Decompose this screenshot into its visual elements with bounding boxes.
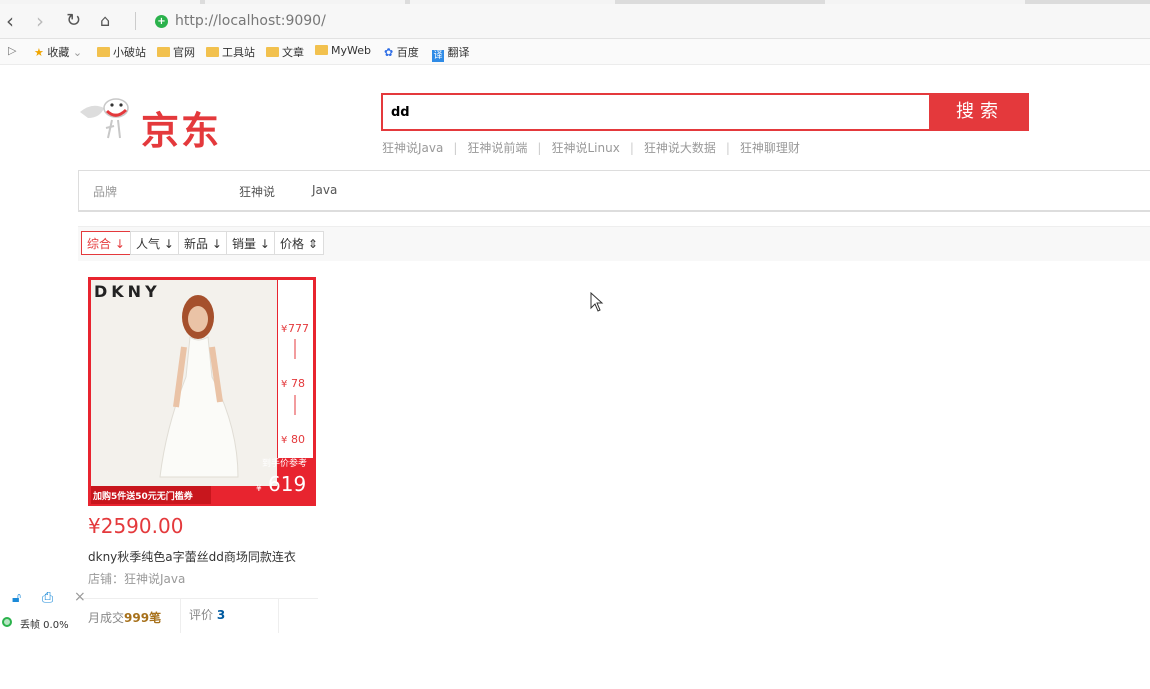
arrow-down-icon: ↓ — [259, 237, 270, 251]
frame-drop-label: 丢帧 0.0% — [20, 620, 69, 631]
bookmark-favorites[interactable]: ★ 收藏 ⌄ — [34, 44, 82, 60]
forward-icon[interactable]: › — [36, 10, 44, 32]
bookmark-baidu[interactable]: ✿ 百度 — [384, 44, 419, 60]
product-title-link[interactable]: dkny秋季纯色a字蕾丝dd商场同款连衣 — [88, 548, 296, 565]
product-shop: 店铺：狂神说Java — [88, 572, 186, 586]
brand-filter-row: 品牌 狂神说 Java — [78, 170, 1150, 212]
folder-icon — [157, 47, 170, 57]
banner-brand-text: DKNY — [94, 282, 161, 301]
lock-icon[interactable]: 🔓︎ — [12, 590, 21, 606]
arrow-down-icon: ↓ — [163, 237, 174, 251]
url-port: :9090/ — [280, 13, 326, 29]
arrow-down-icon: ↓ — [211, 237, 222, 251]
hot-keyword-link[interactable]: 狂神说大数据 — [644, 141, 716, 155]
hot-keyword-link[interactable]: 狂神说Linux — [551, 141, 619, 155]
home-icon[interactable]: ⌂ — [100, 10, 110, 32]
bookmark-folder[interactable]: 工具站 — [206, 44, 255, 60]
search-button[interactable]: 搜索 — [931, 93, 1029, 131]
svg-text:¥: ¥ — [256, 484, 262, 494]
svg-text:¥: ¥ — [281, 324, 287, 335]
search-box — [381, 93, 931, 131]
sort-sales[interactable]: 销量 ↓ — [226, 231, 276, 255]
divider: | — [725, 141, 730, 155]
translate-icon: 译 — [432, 50, 444, 62]
close-icon[interactable]: × — [74, 589, 86, 605]
screenshot-icon[interactable]: ⎙ — [42, 590, 53, 606]
sort-comprehensive[interactable]: 综合 ↓ — [81, 231, 131, 255]
bookmark-translate[interactable]: 译 翻译 — [432, 44, 470, 62]
reload-icon[interactable]: ↻ — [66, 10, 81, 32]
bookmark-folder[interactable]: MyWeb — [315, 44, 371, 57]
sort-bar: 综合 ↓ 人气 ↓ 新品 ↓ 销量 ↓ 价格 ⇕ — [78, 226, 1150, 261]
url-field[interactable]: http://localhost:9090/ — [175, 13, 326, 29]
svg-text:¥: ¥ — [281, 435, 287, 446]
address-bar-row: ‹ › ↻ ⌂ + http://localhost:9090/ — [0, 4, 1150, 39]
stats-empty-cell — [278, 599, 319, 633]
banner-price-3: 80 — [291, 433, 305, 446]
bookmarks-bar: ▷ ★ 收藏 ⌄ 小破站 官网 工具站 文章 MyWeb ✿ 百度 译 翻译 — [0, 39, 1150, 65]
review-count[interactable]: 评价 3 — [180, 599, 225, 633]
banner-price-1: 777 — [288, 322, 309, 335]
sales-count: 月成交999笔 — [88, 611, 162, 625]
secure-shield-icon: + — [155, 15, 168, 28]
product-image[interactable]: DKNY ¥ 777 ¥ 78 ¥ 80 到手价参考 ¥ 619 加购5件送50… — [88, 277, 316, 506]
product-stats: 月成交999笔 评价 3 — [78, 598, 318, 633]
recording-widget: 🔓︎ ⎙ × 丢帧 0.0% — [0, 589, 86, 635]
divider: | — [537, 141, 542, 155]
status-dot-icon — [2, 617, 12, 627]
search-input[interactable] — [383, 95, 929, 129]
product-price: ¥2590.00 — [88, 514, 184, 538]
folder-icon — [266, 47, 279, 57]
paw-icon: ✿ — [384, 46, 394, 59]
brand-option[interactable]: 狂神说 — [239, 183, 275, 200]
banner-promo: 加购5件送50元无门槛券 — [92, 490, 194, 502]
bookmark-folder[interactable]: 官网 — [157, 44, 195, 60]
folder-icon — [206, 47, 219, 57]
sort-updown-icon: ⇕ — [307, 237, 318, 251]
hot-keywords: 狂神说Java | 狂神说前端 | 狂神说Linux | 狂神说大数据 | 狂神聊理财 — [382, 139, 800, 156]
jd-logo-text[interactable]: 京东 — [141, 100, 221, 155]
banner-tag: 到手价参考 — [262, 457, 307, 469]
hot-keyword-link[interactable]: 狂神说前端 — [467, 141, 527, 155]
star-icon: ★ — [34, 46, 44, 59]
jd-dog-logo-icon — [80, 98, 129, 139]
sidebar-toggle-icon[interactable]: ▷ — [8, 44, 16, 57]
brand-label: 品牌 — [93, 185, 118, 199]
arrow-down-icon: ↓ — [114, 237, 125, 251]
folder-icon — [97, 47, 110, 57]
banner-price-2: 78 — [291, 377, 305, 390]
bookmark-folder[interactable]: 小破站 — [97, 44, 146, 60]
folder-icon — [315, 45, 328, 55]
sort-popularity[interactable]: 人气 ↓ — [130, 231, 180, 255]
chevron-down-icon: ⌄ — [72, 46, 83, 59]
divider — [135, 12, 136, 30]
svg-text:¥: ¥ — [281, 379, 287, 390]
banner-main-price: 619 — [268, 472, 306, 496]
hot-keyword-link[interactable]: 狂神聊理财 — [740, 141, 800, 155]
back-icon[interactable]: ‹ — [6, 10, 14, 32]
divider: | — [453, 141, 458, 155]
hot-keyword-link[interactable]: 狂神说Java — [382, 141, 443, 155]
mouse-cursor-icon — [590, 292, 604, 312]
url-host: http://localhost — [175, 13, 281, 29]
divider: | — [629, 141, 634, 155]
bookmark-folder[interactable]: 文章 — [266, 44, 304, 60]
sort-price[interactable]: 价格 ⇕ — [274, 231, 324, 255]
sort-new[interactable]: 新品 ↓ — [178, 231, 228, 255]
brand-option[interactable]: Java — [312, 183, 337, 197]
shop-link[interactable]: 狂神说Java — [124, 572, 185, 586]
